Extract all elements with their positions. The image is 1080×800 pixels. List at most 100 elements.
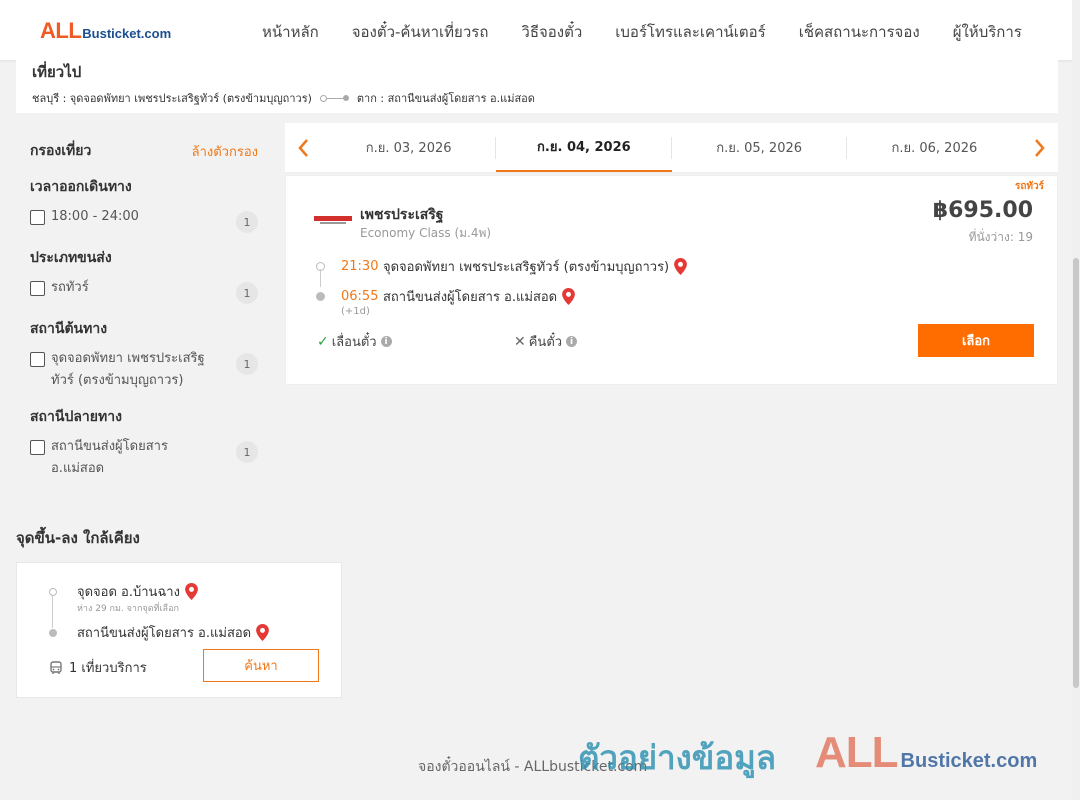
next-day-indicator: (+1d) (341, 306, 370, 317)
prev-date-button[interactable] (285, 123, 321, 172)
filter-option[interactable]: สถานีขนส่งผู้โดยสาร อ.แม่สอด 1 (30, 438, 258, 480)
date-selector: ก.ย. 03, 2026 ก.ย. 04, 2026 ก.ย. 05, 202… (285, 123, 1058, 173)
nearby-stops-title: จุดขึ้น-ลง ใกล้เคียง (16, 529, 140, 547)
filter-count-badge: 1 (236, 282, 258, 304)
nav-book[interactable]: จองตั๋ว-ค้นหาเที่ยวรถ (352, 20, 489, 44)
watermark-text: ตัวอย่างข้อมูล (578, 738, 777, 777)
cross-icon: ✕ (514, 333, 526, 350)
origin-dot-icon (49, 587, 57, 596)
select-trip-button[interactable]: เลือก (918, 324, 1034, 357)
trip-title: เที่ยวไป (32, 63, 82, 81)
filter-option[interactable]: รถทัวร์ 1 (30, 279, 258, 304)
next-date-button[interactable] (1022, 123, 1058, 172)
reschedule-policy: ✓ เลื่อนตั๋ว i (317, 331, 392, 352)
refund-policy: ✕ คืนตั๋ว i (514, 331, 578, 352)
chevron-right-icon (1035, 138, 1045, 157)
chevron-left-icon (298, 138, 308, 157)
filter-group-departure-time: เวลาออกเดินทาง 18:00 - 24:00 1 (30, 176, 258, 233)
trip-summary: เที่ยวไป ชลบุรี : จุดจอดพัทยา เพชรประเสร… (16, 60, 1058, 113)
nav-howto[interactable]: วิธีจองตั๋ว (521, 20, 582, 44)
trip-route: ชลบุรี : จุดจอดพัทยา เพชรประเสริฐทัวร์ (… (32, 89, 1042, 107)
seat-class: Economy Class (ม.4พ) (360, 226, 492, 240)
trip-origin: ชลบุรี : จุดจอดพัทยา เพชรประเสริฐทัวร์ (… (32, 92, 312, 105)
nearby-origin-name: จุดจอด อ.บ้านฉาง (77, 585, 180, 600)
operator-logo-icon (314, 216, 352, 224)
checkbox[interactable] (30, 440, 45, 455)
nav-operators[interactable]: ผู้ให้บริการ (953, 20, 1022, 44)
map-pin-icon[interactable] (562, 287, 576, 305)
nearby-destination-name: สถานีขนส่งผู้โดยสาร อ.แม่สอด (77, 626, 252, 641)
date-tab[interactable]: ก.ย. 03, 2026 (321, 123, 497, 172)
logo-all: ALL (40, 18, 82, 43)
site-logo[interactable]: ALL Busticket.com (40, 18, 171, 44)
departure-stop: 21:30 จุดจอดพัทยา เพชรประเสริฐทัวร์ (ตรง… (316, 256, 687, 276)
filter-group-title: สถานีต้นทาง (30, 321, 108, 337)
arrival-stop: 06:55 สถานีขนส่งผู้โดยสาร อ.แม่สอด (316, 286, 687, 306)
date-tab-active[interactable]: ก.ย. 04, 2026 (496, 123, 672, 172)
transport-type-tag: รถทัวร์ (1014, 181, 1044, 192)
filter-count-badge: 1 (236, 353, 258, 375)
bus-icon (50, 660, 62, 674)
filter-option[interactable]: จุดจอดพัทยา เพชรประเสริฐทัวร์ (ตรงข้ามบุ… (30, 350, 258, 392)
filter-group-destination-station: สถานีปลายทาง สถานีขนส่งผู้โดยสาร อ.แม่สอ… (30, 406, 258, 480)
nearby-distance: ห่าง 29 กม. จากจุดที่เลือก (77, 604, 179, 614)
trip-destination: ตาก : สถานีขนส่งผู้โดยสาร อ.แม่สอด (356, 92, 535, 105)
nearby-stops-card: จุดจอด อ.บ้านฉาง ห่าง 29 กม. จากจุดที่เล… (16, 562, 342, 698)
departure-place: จุดจอดพัทยา เพชรประเสริฐทัวร์ (ตรงข้ามบุ… (383, 259, 670, 275)
filter-option-label: จุดจอดพัทยา เพชรประเสริฐทัวร์ (ตรงข้ามบุ… (51, 351, 205, 388)
main-nav: หน้าหลัก จองตั๋ว-ค้นหาเที่ยวรถ วิธีจองตั… (262, 20, 1055, 44)
nearby-trip-count: 1 เที่ยวบริการ (49, 657, 147, 678)
seats-available: ที่นั่งว่าง: 19 (968, 230, 1033, 244)
logo-rest: Busticket.com (82, 26, 172, 41)
trip-result-card: รถทัวร์ เพชรประเสริฐ Economy Class (ม.4พ… (285, 175, 1058, 385)
nav-status[interactable]: เช็คสถานะการจอง (799, 20, 920, 44)
ticket-price: ฿695.00 (932, 198, 1033, 223)
destination-dot-icon (49, 628, 57, 637)
map-pin-icon[interactable] (256, 624, 270, 641)
clear-filters-link[interactable]: ล้างตัวกรอง (192, 141, 258, 162)
filter-panel: กรองเที่ยว ล้างตัวกรอง เวลาออกเดินทาง 18… (16, 124, 272, 494)
date-tab[interactable]: ก.ย. 06, 2026 (847, 123, 1022, 172)
watermark-logo: ALL Busticket.com (815, 728, 1037, 778)
filter-group-title: เวลาออกเดินทาง (30, 179, 132, 195)
filter-group-transport-type: ประเภทขนส่ง รถทัวร์ 1 (30, 247, 258, 304)
info-icon[interactable]: i (566, 336, 578, 347)
nearby-search-button[interactable]: ค้นหา (203, 649, 319, 682)
date-tab[interactable]: ก.ย. 05, 2026 (672, 123, 848, 172)
arrival-time: 06:55 (341, 288, 379, 304)
reschedule-label: เลื่อนตั๋ว (331, 335, 377, 350)
filter-count-badge: 1 (236, 441, 258, 463)
checkbox[interactable] (30, 352, 45, 367)
info-icon[interactable]: i (380, 336, 392, 347)
filter-option-label: สถานีขนส่งผู้โดยสาร อ.แม่สอด (51, 439, 168, 476)
watermark-all: ALL (815, 728, 899, 777)
filter-option-label: รถทัวร์ (51, 280, 89, 295)
site-header: ALL Busticket.com หน้าหลัก จองตั๋ว-ค้นหา… (0, 0, 1075, 60)
filter-group-origin-station: สถานีต้นทาง จุดจอดพัทยา เพชรประเสริฐทัวร… (30, 318, 258, 392)
check-icon: ✓ (317, 333, 329, 350)
map-pin-icon[interactable] (674, 257, 687, 275)
operator-name: เพชรประเสริฐ (360, 207, 444, 223)
route-stops: 21:30 จุดจอดพัทยา เพชรประเสริฐทัวร์ (ตรง… (316, 256, 687, 318)
filter-option[interactable]: 18:00 - 24:00 1 (30, 208, 258, 233)
scrollbar-thumb[interactable] (1073, 258, 1079, 688)
filter-count-badge: 1 (236, 211, 258, 233)
departure-time: 21:30 (341, 258, 379, 274)
route-connector-icon (319, 94, 349, 102)
filter-group-title: ประเภทขนส่ง (30, 250, 112, 266)
route-line (320, 269, 321, 287)
filters-title: กรองเที่ยว (30, 143, 92, 159)
nearby-destination: สถานีขนส่งผู้โดยสาร อ.แม่สอด (49, 622, 270, 643)
map-pin-icon[interactable] (185, 583, 198, 600)
watermark-rest: Busticket.com (900, 750, 1038, 772)
destination-dot-icon (316, 291, 325, 301)
checkbox[interactable] (30, 281, 45, 296)
checkbox[interactable] (30, 210, 45, 225)
nearby-trips-label: 1 เที่ยวบริการ (69, 661, 147, 676)
nearby-origin: จุดจอด อ.บ้านฉาง (49, 581, 198, 602)
filter-option-label: 18:00 - 24:00 (51, 209, 139, 224)
nav-contact[interactable]: เบอร์โทรและเคาน์เตอร์ (615, 20, 765, 44)
page-scrollbar[interactable] (1072, 0, 1080, 800)
nav-home[interactable]: หน้าหลัก (262, 20, 319, 44)
arrival-place: สถานีขนส่งผู้โดยสาร อ.แม่สอด (383, 289, 558, 305)
